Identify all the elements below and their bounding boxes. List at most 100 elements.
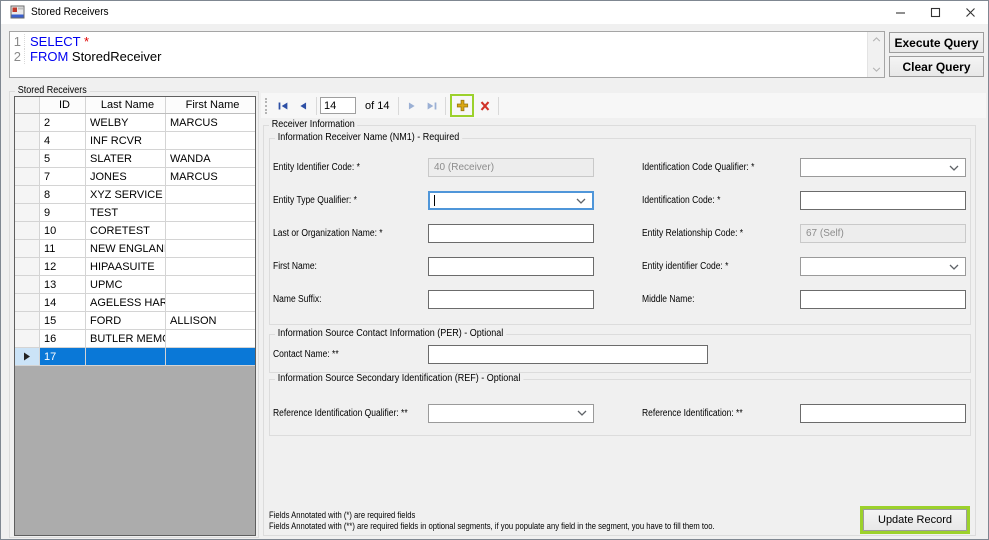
row-selector[interactable] (15, 168, 40, 185)
row-selector[interactable] (15, 132, 40, 149)
column-header-id[interactable]: ID (40, 97, 86, 113)
table-row[interactable]: 13 UPMC (15, 276, 255, 294)
row-selector[interactable] (15, 186, 40, 203)
reference-identification-qualifier-combobox[interactable] (428, 403, 594, 423)
close-button[interactable] (953, 1, 988, 24)
move-previous-button[interactable] (293, 96, 313, 116)
table-row[interactable]: 4 INF RCVR (15, 132, 255, 150)
cell-last-name[interactable]: FORD (86, 312, 166, 329)
last-or-organization-name-input[interactable] (428, 224, 594, 243)
row-selector[interactable] (15, 312, 40, 329)
cell-last-name[interactable] (86, 348, 166, 365)
cell-last-name[interactable]: INF RCVR (86, 132, 166, 149)
table-row[interactable]: 16BUTLER MEMO... (15, 330, 255, 348)
table-row[interactable]: 10 CORETEST (15, 222, 255, 240)
minimize-button[interactable] (883, 1, 918, 24)
cell-id[interactable]: 8 (40, 186, 86, 203)
row-selector[interactable] (15, 204, 40, 221)
cell-last-name[interactable]: CORETEST (86, 222, 166, 239)
row-selector[interactable] (15, 222, 40, 239)
cell-id[interactable]: 14 (40, 294, 86, 311)
table-row[interactable]: 11NEW ENGLAND... (15, 240, 255, 258)
entity-identifier-code-2-combobox[interactable] (800, 257, 966, 276)
delete-button[interactable] (475, 96, 495, 116)
position-input[interactable] (320, 97, 356, 114)
cell-id[interactable]: 16 (40, 330, 86, 347)
cell-id[interactable]: 5 (40, 150, 86, 167)
maximize-button[interactable] (918, 1, 953, 24)
execute-query-button[interactable]: Execute Query (889, 32, 984, 53)
cell-first-name[interactable] (166, 204, 255, 221)
table-row[interactable]: 8 XYZ SERVICE (15, 186, 255, 204)
row-selector[interactable] (15, 276, 40, 293)
receivers-data-grid[interactable]: ID Last Name First Name 2 WELBY MARCUS 4 INF… (14, 96, 256, 536)
identification-code-input[interactable] (800, 191, 966, 210)
cell-id[interactable]: 13 (40, 276, 86, 293)
query-scrollbar[interactable] (867, 32, 884, 77)
row-selector[interactable] (15, 330, 40, 347)
contact-name-input[interactable] (428, 344, 708, 364)
cell-id[interactable]: 11 (40, 240, 86, 257)
cell-last-name[interactable]: JONES (86, 168, 166, 185)
cell-id[interactable]: 2 (40, 114, 86, 131)
cell-first-name[interactable] (166, 276, 255, 293)
sql-query-editor[interactable]: 1 SELECT * 2 FROM StoredReceiver (9, 31, 885, 78)
clear-query-button[interactable]: Clear Query (889, 56, 984, 77)
cell-id[interactable]: 4 (40, 132, 86, 149)
row-selector[interactable] (15, 258, 40, 275)
table-row[interactable]: 7 JONES MARCUS (15, 168, 255, 186)
update-record-button[interactable]: Update Record (863, 509, 967, 531)
cell-id[interactable]: 10 (40, 222, 86, 239)
entity-type-qualifier-combobox[interactable] (428, 191, 594, 210)
scroll-up-button[interactable] (868, 32, 884, 47)
table-row[interactable]: 5 SLATER WANDA (15, 150, 255, 168)
middle-name-input[interactable] (800, 290, 966, 309)
row-selector[interactable] (15, 294, 40, 311)
cell-first-name[interactable]: MARCUS (166, 114, 255, 131)
reference-identification-input[interactable] (800, 403, 966, 423)
cell-id[interactable]: 12 (40, 258, 86, 275)
add-new-button[interactable] (453, 97, 471, 115)
cell-first-name[interactable] (166, 186, 255, 203)
cell-last-name[interactable]: NEW ENGLAND... (86, 240, 166, 257)
move-next-button[interactable] (402, 96, 422, 116)
cell-first-name[interactable] (166, 348, 255, 365)
toolbar-grip[interactable] (265, 97, 269, 114)
cell-last-name[interactable]: SLATER (86, 150, 166, 167)
cell-first-name[interactable] (166, 240, 255, 257)
cell-first-name[interactable] (166, 294, 255, 311)
cell-first-name[interactable]: MARCUS (166, 168, 255, 185)
table-row[interactable]: 17 (15, 348, 255, 366)
cell-first-name[interactable]: ALLISON (166, 312, 255, 329)
cell-last-name[interactable]: TEST (86, 204, 166, 221)
cell-id[interactable]: 15 (40, 312, 86, 329)
cell-id[interactable]: 17 (40, 348, 86, 365)
cell-first-name[interactable] (166, 330, 255, 347)
table-row[interactable]: 9 TEST (15, 204, 255, 222)
column-header-first-name[interactable]: First Name (166, 97, 255, 113)
table-row[interactable]: 14AGELESS HAR... (15, 294, 255, 312)
cell-id[interactable]: 7 (40, 168, 86, 185)
row-selector[interactable] (15, 240, 40, 257)
cell-first-name[interactable] (166, 258, 255, 275)
identification-code-qualifier-combobox[interactable] (800, 158, 966, 177)
cell-last-name[interactable]: AGELESS HAR... (86, 294, 166, 311)
table-row[interactable]: 12 HIPAASUITE (15, 258, 255, 276)
cell-last-name[interactable]: UPMC (86, 276, 166, 293)
table-row[interactable]: 2 WELBY MARCUS (15, 114, 255, 132)
table-row[interactable]: 15 FORD ALLISON (15, 312, 255, 330)
cell-last-name[interactable]: HIPAASUITE (86, 258, 166, 275)
cell-last-name[interactable]: BUTLER MEMO... (86, 330, 166, 347)
column-header-last-name[interactable]: Last Name (86, 97, 166, 113)
first-name-input[interactable] (428, 257, 594, 276)
cell-first-name[interactable]: WANDA (166, 150, 255, 167)
move-last-button[interactable] (422, 96, 442, 116)
move-first-button[interactable] (273, 96, 293, 116)
cell-first-name[interactable] (166, 132, 255, 149)
scroll-down-button[interactable] (868, 62, 884, 77)
row-selector[interactable] (15, 150, 40, 167)
cell-last-name[interactable]: WELBY (86, 114, 166, 131)
cell-first-name[interactable] (166, 222, 255, 239)
row-selector[interactable] (15, 348, 40, 365)
row-selector[interactable] (15, 114, 40, 131)
